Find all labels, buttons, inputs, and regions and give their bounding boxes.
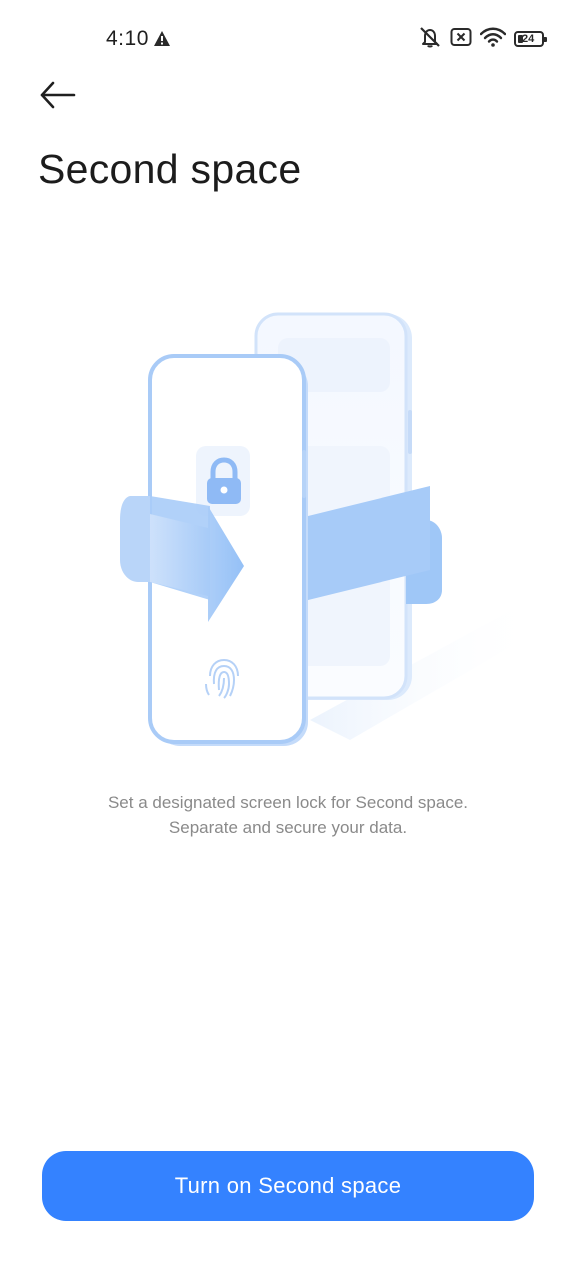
arrow-left-icon [40,81,76,109]
status-icons: 24 [418,26,547,53]
status-bar: 4:10 24 [0,0,576,78]
battery-level: 24 [522,33,535,45]
wifi-icon [479,27,507,52]
battery-icon: 24 [514,31,547,47]
back-button[interactable] [38,78,78,114]
status-time: 4:10 [106,27,149,50]
sim-x-icon [450,27,472,52]
alert-icon [154,31,170,46]
description-line-1: Set a designated screen lock for Second … [107,793,469,812]
description-line-2: Separate and secure your data. [168,818,408,837]
description: Set a designated screen lock for Second … [0,790,576,840]
second-space-illustration [120,312,540,746]
page-title: Second space [38,146,302,192]
mute-icon [418,26,442,53]
second-space-screen: 4:10 24 Second space Set a designated sc… [0,0,576,1280]
turn-on-second-space-button[interactable]: Turn on Second space [42,1151,534,1221]
